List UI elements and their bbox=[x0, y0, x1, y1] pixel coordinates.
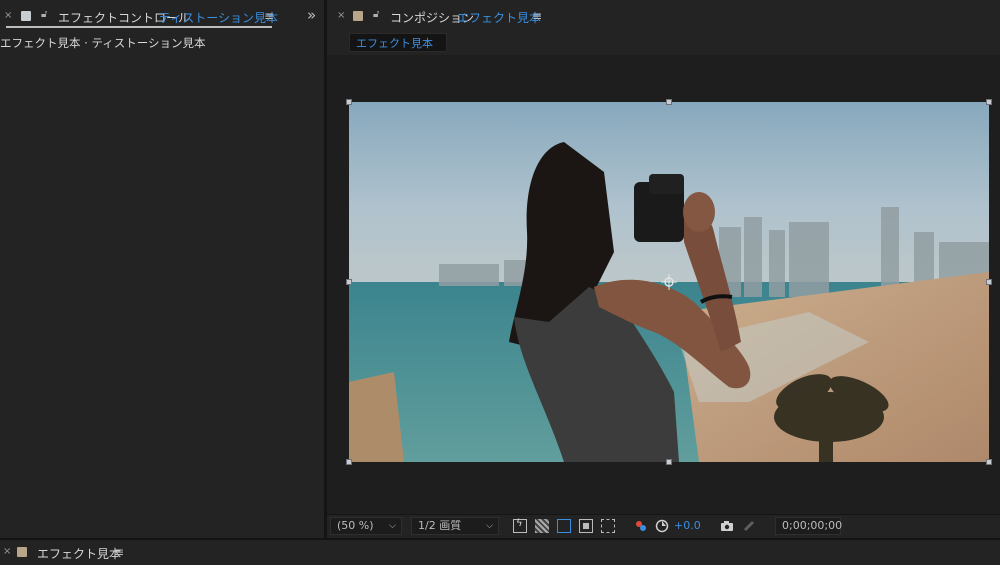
region-of-interest-icon[interactable] bbox=[579, 519, 593, 533]
fast-previews-icon[interactable]: ϟ bbox=[513, 518, 527, 533]
roi-inner bbox=[583, 523, 589, 529]
lightning-icon: ϟ bbox=[516, 518, 523, 529]
active-tab-underline bbox=[6, 26, 272, 28]
current-time-field[interactable]: 0;00;00;00 bbox=[775, 517, 843, 535]
chevron-down-icon: ⌵ bbox=[389, 521, 396, 531]
magnification-value: (50 %) bbox=[337, 519, 374, 532]
panel-color-chip bbox=[353, 11, 363, 21]
transform-handle[interactable] bbox=[986, 279, 992, 285]
mask-path-visibility-icon[interactable] bbox=[557, 519, 571, 533]
composition-name: エフェクト見本 bbox=[457, 11, 542, 25]
transform-handle[interactable] bbox=[666, 99, 672, 105]
lock-icon[interactable]: 🔓︎ bbox=[41, 9, 47, 20]
reset-exposure-icon[interactable] bbox=[655, 519, 669, 533]
close-icon[interactable]: × bbox=[337, 10, 345, 21]
panel-menu-icon[interactable]: ≡ bbox=[264, 9, 274, 23]
timecode-value: 0;00;00;00 bbox=[782, 519, 843, 532]
effect-controls-layer-name: ティストーション見本 bbox=[159, 11, 279, 25]
effect-controls-breadcrumb: エフェクト見本 · ティストーション見本 bbox=[0, 36, 206, 50]
expand-panels-icon[interactable]: » bbox=[307, 6, 316, 24]
anchor-point-icon[interactable] bbox=[661, 274, 677, 290]
color-channel-icon[interactable] bbox=[634, 519, 648, 533]
transform-handle[interactable] bbox=[986, 99, 992, 105]
panel-menu-icon[interactable]: ≡ bbox=[532, 9, 542, 23]
composition-breadcrumb[interactable]: エフェクト見本 bbox=[349, 33, 447, 52]
close-icon[interactable]: × bbox=[3, 546, 11, 557]
grid-guides-icon[interactable] bbox=[601, 519, 615, 533]
show-snapshot-icon[interactable] bbox=[742, 519, 756, 533]
timeline-title: エフェクト見本 bbox=[37, 547, 122, 561]
viewer-toolbar: (50 %) ⌵ 1/2 画質 ⌵ ϟ +0.0 0;00;00;00 bbox=[327, 514, 1000, 537]
resolution-value: 1/2 画質 bbox=[418, 519, 462, 532]
panel-color-chip bbox=[17, 547, 27, 557]
snapshot-icon[interactable] bbox=[720, 519, 734, 533]
transparency-grid-icon[interactable] bbox=[535, 519, 549, 533]
timeline-panel-tab[interactable]: × エフェクト見本 ≡ bbox=[0, 538, 1000, 565]
transform-handle[interactable] bbox=[346, 459, 352, 465]
transform-handle[interactable] bbox=[346, 99, 352, 105]
chevron-down-icon: ⌵ bbox=[486, 521, 493, 531]
transform-handle[interactable] bbox=[986, 459, 992, 465]
lock-icon[interactable]: 🔓︎ bbox=[373, 9, 379, 20]
exposure-value[interactable]: +0.0 bbox=[674, 519, 701, 532]
close-icon[interactable]: × bbox=[4, 10, 12, 21]
breadcrumb-label: エフェクト見本 bbox=[356, 37, 433, 50]
resolution-dropdown[interactable]: 1/2 画質 ⌵ bbox=[411, 517, 499, 535]
effect-controls-panel bbox=[0, 0, 324, 538]
panel-color-chip bbox=[21, 11, 31, 21]
transform-handle[interactable] bbox=[666, 459, 672, 465]
panel-menu-icon[interactable]: ≡ bbox=[114, 545, 124, 559]
composition-tab[interactable]: × 🔓︎ コンポジション エフェクト見本 ≡ bbox=[327, 0, 1000, 32]
transform-handle[interactable] bbox=[346, 279, 352, 285]
magnification-dropdown[interactable]: (50 %) ⌵ bbox=[330, 517, 402, 535]
